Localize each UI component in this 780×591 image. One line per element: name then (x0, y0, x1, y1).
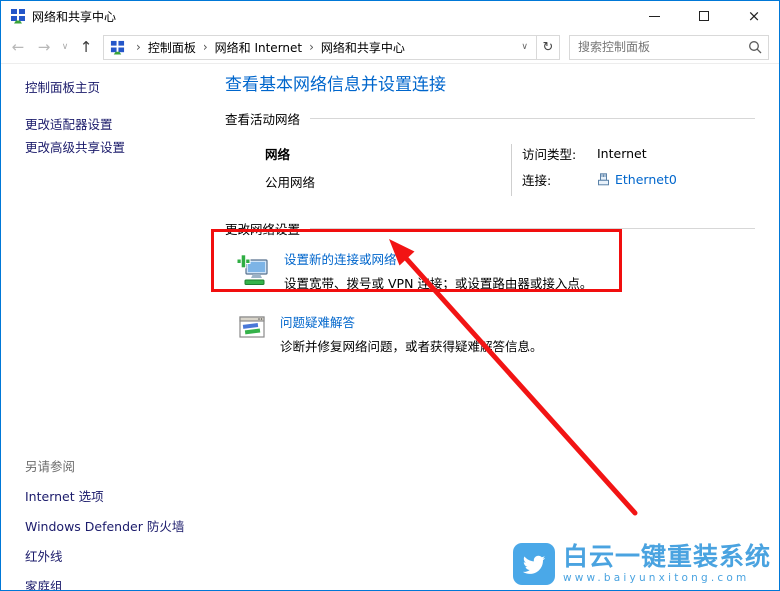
section-divider (310, 118, 755, 119)
sidebar-item-change-adapter-settings[interactable]: 更改适配器设置 (25, 118, 201, 132)
troubleshoot-icon (239, 316, 265, 338)
change-settings-section-title: 更改网络设置 (225, 219, 755, 238)
breadcrumb-network-icon (110, 40, 125, 55)
section-divider (310, 228, 755, 229)
see-also-header: 另请参阅 (25, 459, 76, 474)
setup-new-connection-item: 设置新的连接或网络 设置宽带、拨号或 VPN 连接；或设置路由器或接入点。 (236, 253, 755, 291)
main-area: 控制面板主页 更改适配器设置 更改高级共享设置 另请参阅 Internet 选项… (1, 64, 779, 590)
maximize-icon (699, 11, 709, 21)
breadcrumb-separator-icon: › (309, 40, 314, 54)
sidebar-item-windows-defender-firewall[interactable]: Windows Defender 防火墙 (25, 516, 184, 535)
network-profile: 公用网络 (265, 175, 316, 190)
window-controls: × (629, 1, 779, 31)
minimize-icon (648, 15, 660, 17)
see-also-section: 另请参阅 Internet 选项 Windows Defender 防火墙 红外… (25, 456, 184, 590)
active-networks-label: 查看活动网络 (225, 112, 301, 127)
ethernet-icon (598, 173, 609, 186)
network-sharing-center-window: 网络和共享中心 × ← → ∨ ↑ › 控制面板 › 网络和 Internet … (0, 0, 780, 591)
window-title: 网络和共享中心 (32, 9, 117, 24)
address-dropdown-chevron-icon[interactable]: ∨ (517, 42, 532, 52)
search-icon[interactable] (748, 40, 762, 54)
access-type-label: 访问类型: (522, 147, 577, 162)
connection-label: 连接: (522, 173, 552, 188)
maximize-button[interactable] (679, 1, 729, 31)
access-type-value: Internet (597, 146, 647, 161)
network-details: 访问类型: Internet 连接: Ethernet0 (512, 144, 677, 196)
connection-link-ethernet0[interactable]: Ethernet0 (615, 172, 677, 187)
title-bar: 网络和共享中心 × (1, 1, 779, 31)
change-settings-label: 更改网络设置 (225, 222, 301, 237)
network-identity: 网络 公用网络 (265, 144, 511, 196)
network-name: 网络 (265, 147, 291, 162)
sidebar-item-change-advanced-sharing[interactable]: 更改高级共享设置 (25, 141, 201, 155)
breadcrumb-item-network-internet[interactable]: 网络和 Internet (215, 39, 302, 56)
watermark-title: 白云一键重装系统 (562, 542, 771, 572)
new-connection-icon (236, 254, 268, 285)
minimize-button[interactable] (629, 1, 679, 31)
troubleshoot-item: 问题疑难解答 诊断并修复网络问题，或者获得疑难解答信息。 (239, 316, 755, 354)
up-button[interactable]: ↑ (73, 38, 99, 56)
watermark-url: www.baiyunxitong.com (562, 571, 750, 584)
setup-new-connection-description: 设置宽带、拨号或 VPN 连接；或设置路由器或接入点。 (284, 276, 593, 291)
breadcrumb-item-control-panel[interactable]: 控制面板 (148, 39, 196, 56)
refresh-button[interactable]: ↻ (537, 34, 560, 60)
forward-button[interactable]: → (31, 38, 57, 56)
history-dropdown-chevron-icon[interactable]: ∨ (57, 42, 73, 52)
sidebar-item-control-panel-home[interactable]: 控制面板主页 (25, 81, 201, 95)
watermark: 白云一键重装系统 www.baiyunxitong.com (512, 542, 771, 585)
troubleshoot-description: 诊断并修复网络问题，或者获得疑难解答信息。 (280, 339, 543, 354)
search-box[interactable] (569, 34, 769, 60)
page-title: 查看基本网络信息并设置连接 (225, 75, 446, 95)
sidebar-item-internet-options[interactable]: Internet 选项 (25, 486, 184, 505)
active-network-panel: 网络 公用网络 访问类型: Internet 连接: Ethernet0 (265, 144, 755, 196)
troubleshoot-link[interactable]: 问题疑难解答 (280, 316, 543, 330)
content-pane: 查看基本网络信息并设置连接 查看活动网络 网络 公用网络 访问类型: Inter… (201, 64, 779, 590)
address-toolbar: ← → ∨ ↑ › 控制面板 › 网络和 Internet › 网络和共享中心 … (1, 31, 779, 64)
sidebar-item-infrared[interactable]: 红外线 (25, 546, 184, 565)
sidebar: 控制面板主页 更改适配器设置 更改高级共享设置 另请参阅 Internet 选项… (1, 64, 201, 591)
back-button[interactable]: ← (5, 38, 31, 56)
close-icon: × (747, 6, 761, 25)
watermark-bird-logo-icon (512, 543, 555, 585)
search-input[interactable] (576, 39, 748, 55)
breadcrumb-item-network-sharing-center[interactable]: 网络和共享中心 (321, 39, 405, 56)
close-button[interactable]: × (729, 1, 779, 31)
breadcrumb-separator-icon: › (202, 40, 208, 54)
breadcrumb[interactable]: › 控制面板 › 网络和 Internet › 网络和共享中心 ∨ (103, 34, 537, 60)
sidebar-item-homegroup[interactable]: 家庭组 (25, 576, 184, 590)
breadcrumb-separator-icon: › (136, 40, 141, 54)
network-app-icon (11, 9, 25, 24)
setup-new-connection-link[interactable]: 设置新的连接或网络 (284, 253, 592, 267)
active-networks-section-title: 查看活动网络 (225, 109, 755, 128)
